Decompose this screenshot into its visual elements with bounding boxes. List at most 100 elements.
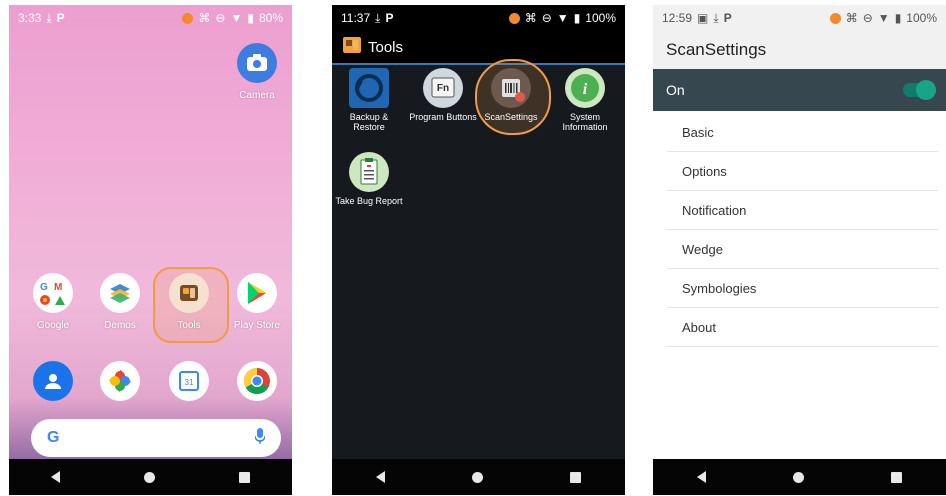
- menu-item-options[interactable]: Options: [667, 152, 938, 191]
- backup-restore-icon: [349, 68, 389, 108]
- back-icon[interactable]: [375, 471, 385, 483]
- tool-label: Take Bug Report: [335, 196, 403, 206]
- battery-icon: ▮: [573, 11, 581, 25]
- home-icon[interactable]: [471, 471, 483, 483]
- app-chrome[interactable]: [227, 361, 287, 401]
- svg-text:G: G: [40, 282, 48, 293]
- download-icon: ⤓: [713, 10, 719, 25]
- wifi-icon: ▼: [877, 11, 890, 25]
- fn-key-label: Fn: [437, 83, 449, 94]
- google-folder-icon: G M: [33, 273, 73, 313]
- bug-report-icon: [349, 152, 389, 192]
- recents-icon[interactable]: [239, 471, 250, 483]
- dnd-icon: ⊖: [541, 11, 552, 25]
- tool-label: Backup & Restore: [349, 112, 389, 132]
- recents-icon[interactable]: [570, 471, 582, 483]
- nav-bar: [332, 459, 625, 495]
- status-time: 11:37: [341, 11, 371, 25]
- tools-app-icon: [342, 35, 362, 59]
- microphone-icon[interactable]: [254, 427, 266, 449]
- parking-icon: P: [385, 11, 394, 25]
- parking-icon: P: [723, 11, 732, 25]
- dnd-icon: ⊖: [215, 11, 226, 25]
- app-label: Play Store: [233, 320, 281, 331]
- tools-screen: 11:37 ⤓ P ⌘ ⊖ ▼ ▮ 100% Tools Backup & Re…: [332, 5, 625, 495]
- app-play-store[interactable]: Play Store: [227, 273, 287, 331]
- svg-text:31: 31: [185, 378, 194, 387]
- switch-knob: [916, 80, 936, 100]
- battery-icon: ▮: [247, 11, 254, 25]
- record-dot-icon: [182, 12, 194, 24]
- home-icon[interactable]: [792, 471, 804, 483]
- scansettings-icon: [491, 68, 531, 108]
- settings-menu: Basic Options Notification Wedge Symbolo…: [667, 113, 938, 347]
- app-label: Tools: [177, 320, 201, 331]
- app-label: Google: [36, 320, 70, 331]
- wifi-icon: ▼: [230, 11, 243, 25]
- menu-item-about[interactable]: About: [667, 308, 938, 347]
- menu-item-notification[interactable]: Notification: [667, 191, 938, 230]
- contacts-icon: [33, 361, 73, 401]
- scan-icon: ⌘: [524, 11, 537, 25]
- scan-icon: ⌘: [198, 11, 211, 25]
- menu-item-wedge[interactable]: Wedge: [667, 230, 938, 269]
- download-icon: ⤓: [46, 10, 52, 25]
- status-bar: 3:33 ⤓ P ⌘ ⊖ ▼ ▮ 80%: [9, 5, 292, 31]
- status-time: 3:33: [18, 11, 42, 25]
- tool-scansettings[interactable]: ScanSettings: [474, 67, 548, 122]
- page-title: ScanSettings: [666, 40, 767, 59]
- dnd-icon: ⊖: [862, 11, 873, 25]
- app-calendar[interactable]: 31: [159, 361, 219, 401]
- battery-level: 100%: [585, 11, 616, 25]
- tool-system-information[interactable]: i System Information: [548, 67, 622, 132]
- download-icon: ⤓: [375, 10, 381, 25]
- tools-icon: [169, 273, 209, 313]
- app-label: Camera: [239, 90, 275, 101]
- tools-header: Tools: [332, 31, 625, 65]
- chrome-icon: [237, 361, 277, 401]
- record-dot-icon: [508, 12, 520, 24]
- status-bar: 11:37 ⤓ P ⌘ ⊖ ▼ ▮ 100%: [332, 5, 625, 31]
- info-icon: i: [565, 68, 605, 108]
- screenshot-icon: ▣: [697, 11, 709, 25]
- google-logo-icon: G: [47, 429, 60, 446]
- app-google-folder[interactable]: G M Google: [23, 273, 83, 331]
- home-icon[interactable]: [144, 471, 155, 483]
- page-title: Tools: [368, 38, 404, 56]
- scansettings-screen: 12:59 ▣ ⤓ P ⌘ ⊖ ▼ ▮ 100% ScanSettings On…: [653, 5, 946, 495]
- battery-level: 100%: [906, 11, 937, 25]
- record-dot-icon: [829, 12, 841, 24]
- demos-icon: [100, 273, 140, 313]
- tool-take-bug-report[interactable]: Take Bug Report: [332, 151, 406, 206]
- app-contacts[interactable]: [23, 361, 83, 401]
- battery-icon: ▮: [894, 11, 902, 25]
- tool-label: System Information: [562, 112, 608, 132]
- menu-item-symbologies[interactable]: Symbologies: [667, 269, 938, 308]
- menu-item-basic[interactable]: Basic: [667, 113, 938, 152]
- app-photos[interactable]: [90, 361, 150, 401]
- app-tools[interactable]: Tools: [159, 273, 219, 331]
- recents-icon[interactable]: [891, 471, 903, 483]
- status-time: 12:59: [662, 11, 693, 25]
- app-camera[interactable]: Camera: [227, 43, 287, 101]
- master-toggle-row[interactable]: On: [653, 69, 946, 111]
- app-label: Demos: [104, 320, 136, 331]
- tool-backup-restore[interactable]: Backup & Restore: [332, 67, 406, 132]
- on-switch[interactable]: [903, 80, 936, 100]
- svg-text:i: i: [583, 81, 588, 98]
- app-demos[interactable]: Demos: [90, 273, 150, 331]
- nav-bar: [9, 459, 292, 495]
- battery-level: 80%: [258, 11, 283, 25]
- back-icon[interactable]: [51, 471, 60, 483]
- tool-program-buttons[interactable]: Fn Program Buttons: [406, 67, 480, 122]
- tool-label: Program Buttons: [409, 112, 477, 122]
- photos-icon: [100, 361, 140, 401]
- toggle-label: On: [666, 82, 685, 98]
- program-buttons-icon: Fn: [423, 68, 463, 108]
- status-bar: 12:59 ▣ ⤓ P ⌘ ⊖ ▼ ▮ 100%: [653, 5, 946, 31]
- search-bar[interactable]: G: [31, 419, 281, 457]
- back-icon[interactable]: [696, 471, 706, 483]
- nav-bar: [653, 459, 946, 495]
- home-screen: 3:33 ⤓ P ⌘ ⊖ ▼ ▮ 80% Camera G M Google D…: [9, 5, 292, 495]
- camera-icon: [237, 43, 277, 83]
